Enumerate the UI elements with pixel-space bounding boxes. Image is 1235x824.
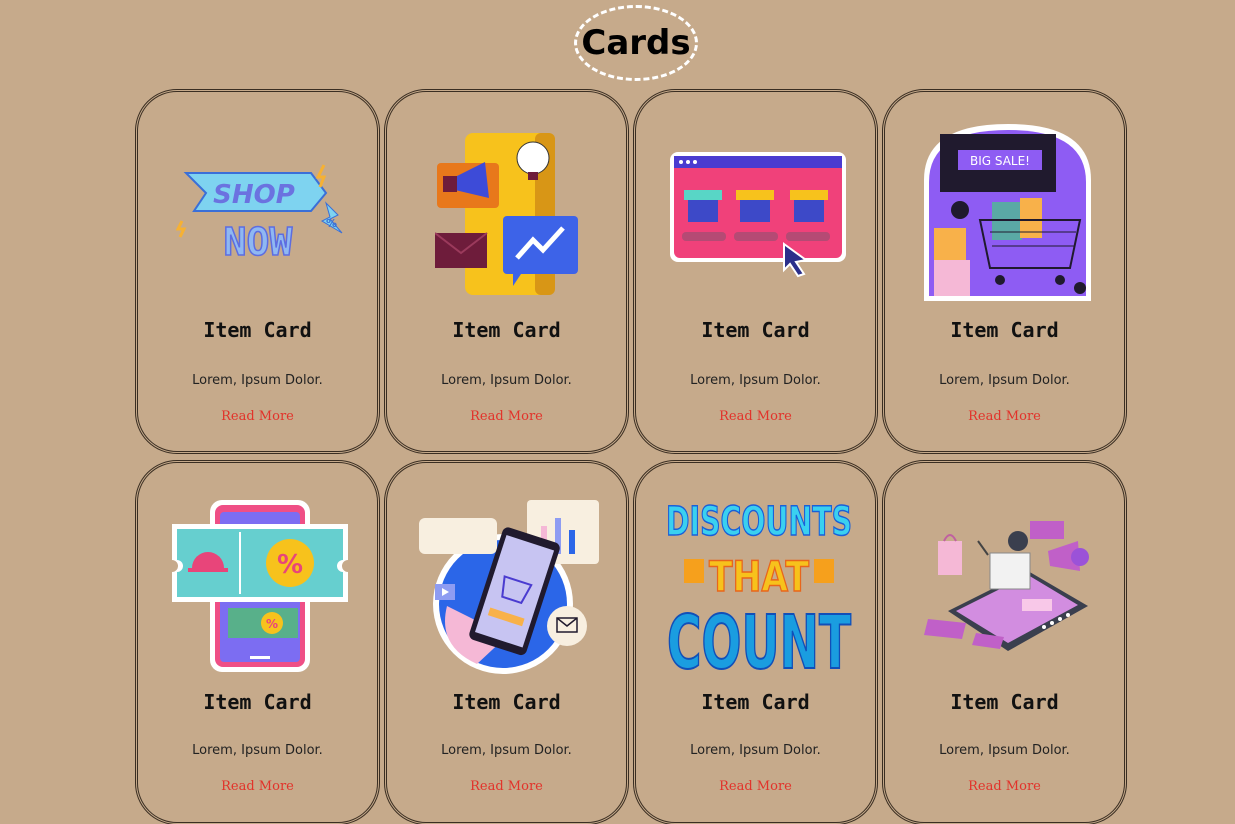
read-more-link[interactable]: Read More bbox=[885, 779, 1124, 794]
card-title: Item Card bbox=[950, 690, 1059, 714]
svg-text:SHOP: SHOP bbox=[213, 180, 295, 210]
card-title: Item Card bbox=[701, 690, 810, 714]
svg-text:%: % bbox=[326, 217, 337, 230]
svg-text:%: % bbox=[277, 550, 303, 580]
card-title: Item Card bbox=[203, 318, 312, 342]
svg-text:%: % bbox=[266, 617, 278, 631]
card-title: Item Card bbox=[203, 690, 312, 714]
ecommerce-isometric-illustration bbox=[910, 493, 1105, 678]
card-title: Item Card bbox=[950, 318, 1059, 342]
item-card: % % Item Card Lorem, Ipsum Dolor. Read M… bbox=[135, 460, 380, 824]
shop-now-illustration: SHOP NOW % bbox=[163, 120, 358, 305]
svg-text:DISCOUNTS: DISCOUNTS bbox=[666, 499, 852, 545]
item-card: Item Card Lorem, Ipsum Dolor. Read More bbox=[384, 460, 629, 824]
card-description: Lorem, Ipsum Dolor. bbox=[441, 373, 572, 388]
read-more-link[interactable]: Read More bbox=[885, 409, 1124, 424]
card-grid: SHOP NOW % Item Card Lorem, Ipsum Dolor.… bbox=[135, 89, 1127, 824]
read-more-link[interactable]: Read More bbox=[138, 409, 377, 424]
card-title: Item Card bbox=[701, 318, 810, 342]
svg-text:COUNT: COUNT bbox=[667, 600, 851, 678]
card-title: Item Card bbox=[452, 690, 561, 714]
read-more-link[interactable]: Read More bbox=[138, 779, 377, 794]
discounts-that-count-illustration: DISCOUNTS THAT COUNT bbox=[661, 493, 856, 678]
online-stores-illustration bbox=[661, 120, 856, 305]
image-text: BIG SALE! bbox=[970, 154, 1030, 168]
card-description: Lorem, Ipsum Dolor. bbox=[939, 743, 1070, 758]
card-description: Lorem, Ipsum Dolor. bbox=[939, 373, 1070, 388]
card-description: Lorem, Ipsum Dolor. bbox=[192, 743, 323, 758]
read-more-link[interactable]: Read More bbox=[387, 779, 626, 794]
read-more-link[interactable]: Read More bbox=[636, 409, 875, 424]
read-more-link[interactable]: Read More bbox=[636, 779, 875, 794]
big-sale-cart-illustration: BIG SALE! bbox=[910, 120, 1105, 305]
item-card: Item Card Lorem, Ipsum Dolor. Read More bbox=[384, 89, 629, 454]
marketing-phone-illustration bbox=[412, 120, 607, 305]
card-description: Lorem, Ipsum Dolor. bbox=[441, 743, 572, 758]
page-title: Cards bbox=[574, 5, 698, 81]
item-card: SHOP NOW % Item Card Lorem, Ipsum Dolor.… bbox=[135, 89, 380, 454]
card-description: Lorem, Ipsum Dolor. bbox=[690, 373, 821, 388]
card-description: Lorem, Ipsum Dolor. bbox=[192, 373, 323, 388]
card-description: Lorem, Ipsum Dolor. bbox=[690, 743, 821, 758]
mobile-shopping-illustration bbox=[412, 493, 607, 678]
item-card: BIG SALE! Item Card Lorem, Ipsum Dolor. … bbox=[882, 89, 1127, 454]
svg-text:THAT: THAT bbox=[709, 552, 809, 601]
svg-text:NOW: NOW bbox=[223, 220, 292, 263]
item-card: DISCOUNTS THAT COUNT Item Card Lorem, Ip… bbox=[633, 460, 878, 824]
discount-coupon-phone-illustration: % % bbox=[163, 493, 358, 678]
read-more-link[interactable]: Read More bbox=[387, 409, 626, 424]
card-title: Item Card bbox=[452, 318, 561, 342]
item-card: Item Card Lorem, Ipsum Dolor. Read More bbox=[633, 89, 878, 454]
item-card: Item Card Lorem, Ipsum Dolor. Read More bbox=[882, 460, 1127, 824]
